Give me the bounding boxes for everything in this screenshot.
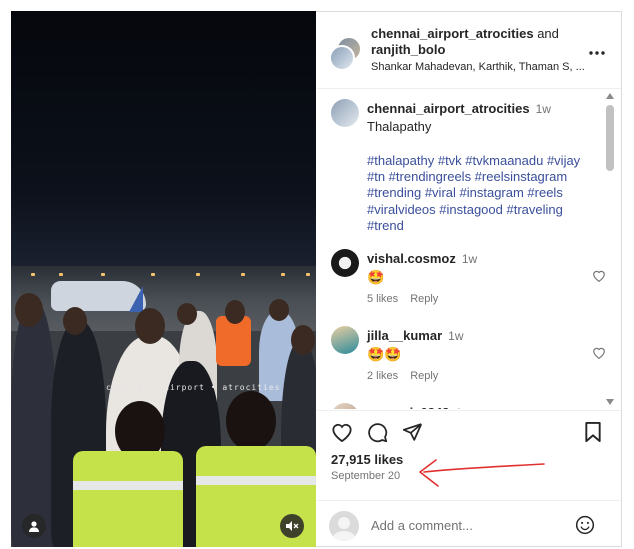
comment-item: jilla__kumar 1w 🤩🤩 2 likes Reply [331, 326, 606, 386]
video-watermark: chennai • airport • atrocities [106, 383, 281, 392]
add-comment-bar: Add a comment... [317, 500, 621, 547]
comment-username[interactable]: jilla__kumar 1w [367, 328, 464, 343]
airplane-tail [129, 286, 143, 312]
header-user1[interactable]: chennai_airport_atrocities [371, 26, 534, 41]
speaker-muted-icon [286, 521, 299, 531]
caption: chennai_airport_atrocities 1w Thalapathy … [331, 99, 606, 239]
comment-likes[interactable]: 2 likes [367, 370, 398, 382]
likes-count[interactable]: 27,915 likes [331, 452, 403, 467]
post-date[interactable]: September 20 [331, 470, 400, 482]
audio-credit[interactable]: Shankar Mahadevan, Karthik, Thaman S, ..… [371, 61, 585, 73]
reply-button[interactable]: Reply [410, 293, 438, 305]
scroll-up-arrow-icon[interactable] [606, 93, 614, 99]
comment-time: 1w [461, 252, 478, 266]
caption-username[interactable]: chennai_airport_atrocities 1w [367, 101, 551, 116]
bookmark-icon[interactable] [584, 422, 602, 443]
more-horizontal-icon [589, 51, 605, 55]
header-user2[interactable]: ranjith_bolo [371, 42, 445, 57]
header-line2: ranjith_bolo [371, 42, 445, 57]
video-user-button[interactable] [22, 514, 46, 538]
share-icon[interactable] [402, 422, 423, 442]
scroll-down-arrow-icon[interactable] [606, 399, 614, 405]
comment-item: nagaraj_03421w [331, 403, 606, 409]
header-and: and [537, 26, 559, 41]
comment-likes[interactable]: 5 likes [367, 293, 398, 305]
comment-meta: 5 likes Reply [367, 293, 450, 305]
header-usernames: chennai_airport_atrocities and [371, 26, 559, 41]
comment-item: vishal.cosmoz 1w 🤩 5 likes Reply [331, 249, 606, 309]
video-night-sky [11, 11, 316, 271]
collab-avatars[interactable] [329, 36, 362, 71]
comment-meta: 2 likes Reply [367, 370, 450, 382]
emoji-icon[interactable] [575, 515, 595, 535]
comment-text: 🤩 [367, 269, 385, 285]
scroll-thumb[interactable] [606, 105, 614, 171]
avatar[interactable] [331, 403, 359, 409]
comments-list[interactable]: chennai_airport_atrocities 1w Thalapathy … [317, 89, 621, 409]
annotation-arrow-icon [419, 459, 545, 487]
add-comment-input[interactable]: Add a comment... [371, 518, 473, 533]
more-options-button[interactable] [589, 42, 605, 60]
comments-scrollbar[interactable] [604, 93, 616, 405]
reply-button[interactable]: Reply [410, 370, 438, 382]
hi-vis-vest [73, 451, 183, 547]
comment-username[interactable]: nagaraj_03421w [367, 405, 471, 409]
caption-time: 1w [535, 102, 551, 116]
comment-text: 🤩🤩 [367, 346, 402, 362]
comment-time: 1w [448, 329, 464, 343]
caption-hashtags[interactable]: #thalapathy #tvk #tvkmaanadu #vijay #tn … [367, 153, 592, 234]
avatar[interactable] [331, 326, 359, 354]
heart-icon[interactable] [331, 422, 353, 442]
post-video[interactable]: chennai • airport • atrocities [11, 11, 316, 547]
caption-text: Thalapathy [367, 119, 432, 134]
avatar[interactable] [331, 99, 359, 127]
avatar[interactable] [331, 249, 359, 277]
avatar [329, 45, 355, 71]
avatar [329, 511, 359, 541]
post-header: chennai_airport_atrocities and ranjith_b… [317, 12, 621, 89]
comment-username[interactable]: vishal.cosmoz 1w [367, 251, 477, 266]
comment-icon[interactable] [367, 422, 388, 443]
video-mute-button[interactable] [280, 514, 304, 538]
user-icon [29, 521, 39, 532]
runway-lights [11, 273, 316, 279]
